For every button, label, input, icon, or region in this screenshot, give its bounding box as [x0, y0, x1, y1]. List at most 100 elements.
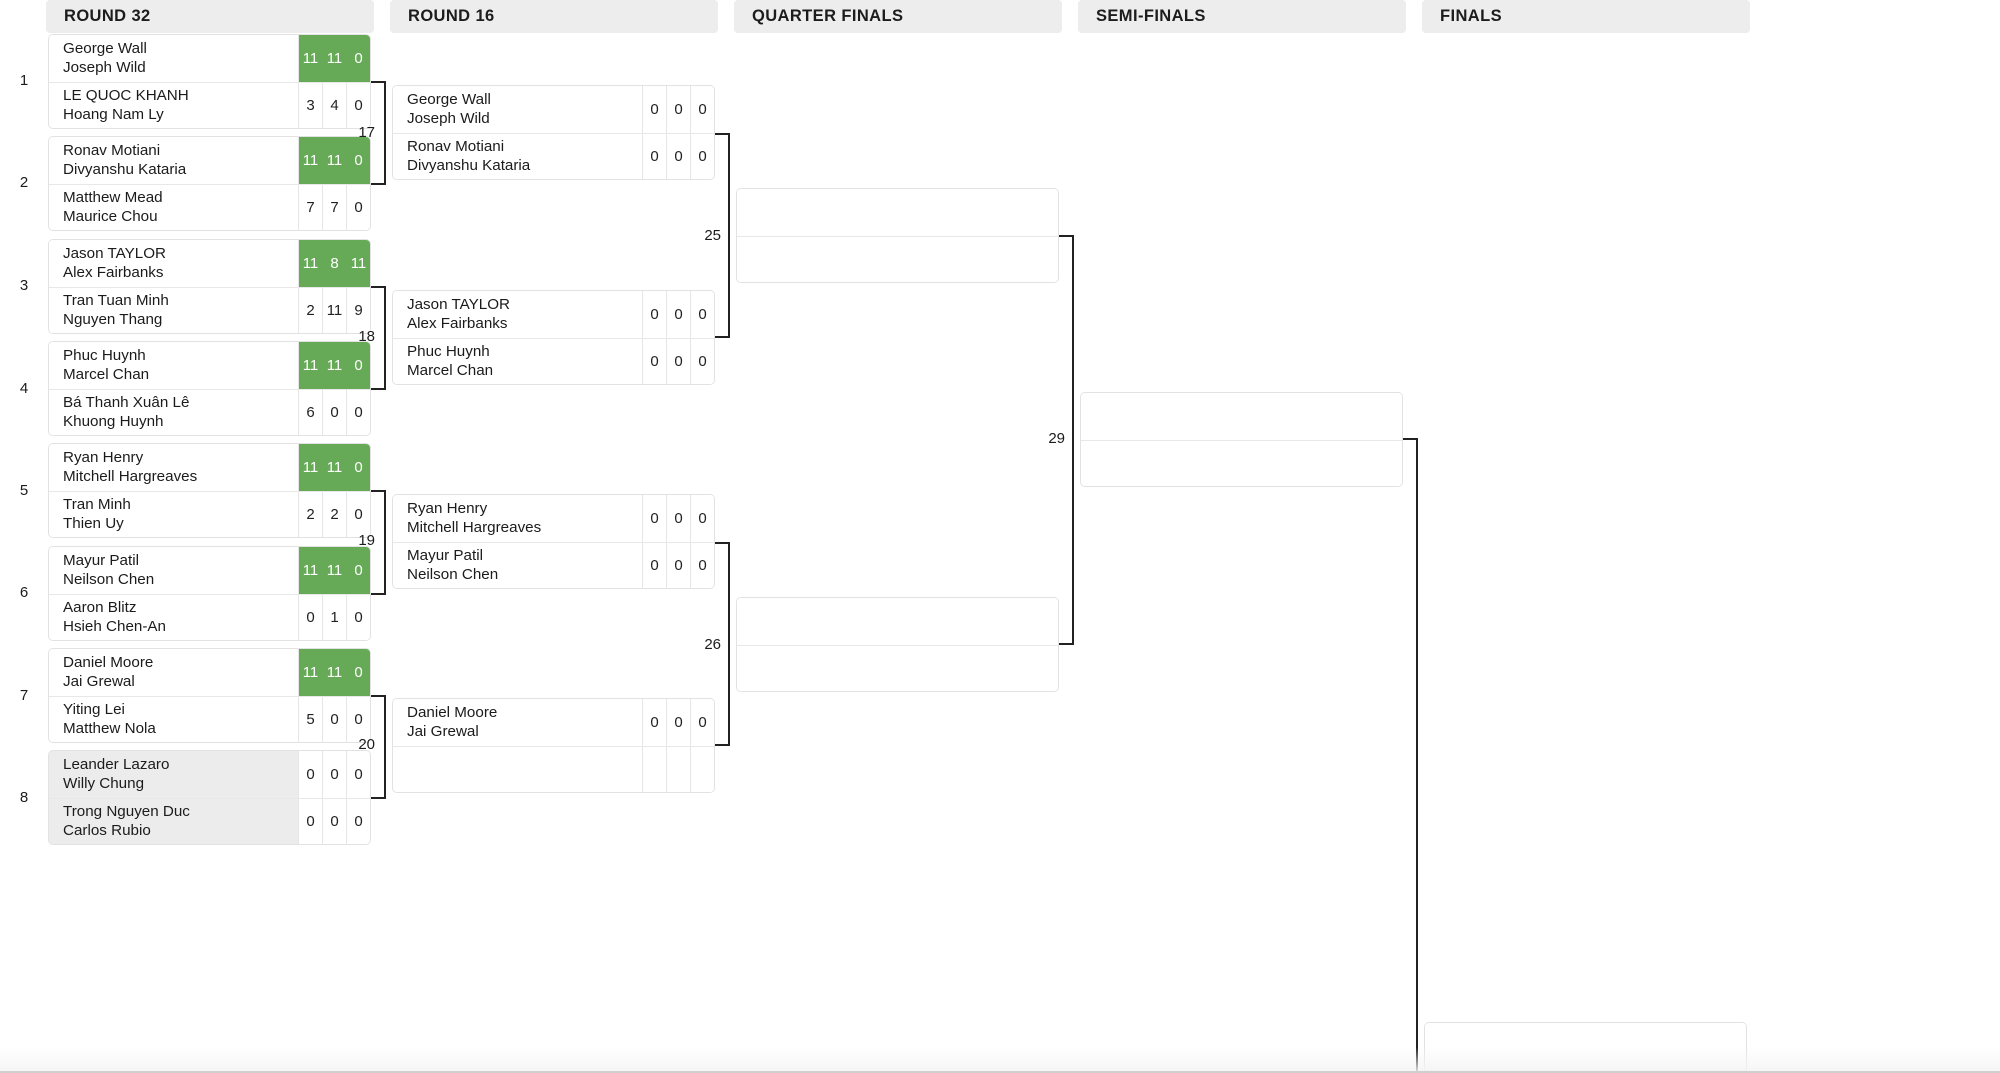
connector-label-17: 17 — [358, 124, 375, 141]
match-card-r32-2[interactable]: Ronav Motiani Divyanshu Kataria 11 11 0 … — [48, 136, 371, 231]
score-cell: 0 — [642, 133, 666, 179]
team-row[interactable] — [1081, 439, 1402, 486]
round-header-label: SEMI-FINALS — [1096, 7, 1206, 25]
score-group: 11 11 0 — [298, 649, 370, 696]
player-name: Carlos Rubio — [63, 822, 151, 840]
player-name: Aaron Blitz — [63, 599, 137, 617]
connector-qf-join-29 — [1072, 235, 1074, 645]
score-cell: 0 — [346, 798, 370, 844]
score-cell: 7 — [322, 184, 346, 230]
round-header-quarter-finals: QUARTER FINALS — [734, 0, 1062, 33]
match-card-r32-6[interactable]: Mayur Patil Neilson Chen 11 11 0 Aaron B… — [48, 546, 371, 641]
team-row[interactable]: Ryan Henry Mitchell Hargreaves 11 11 0 — [49, 444, 370, 491]
score-cell: 0 — [298, 798, 322, 844]
team-row[interactable]: Mayur Patil Neilson Chen 11 11 0 — [49, 547, 370, 594]
team-row[interactable]: Phuc Huynh Marcel Chan 11 11 0 — [49, 342, 370, 389]
score-cell: 0 — [642, 338, 666, 384]
team-names: Trong Nguyen Duc Carlos Rubio — [49, 799, 298, 845]
score-cell: 0 — [690, 699, 714, 746]
match-index-7: 7 — [19, 687, 29, 704]
connector-label-25: 25 — [704, 227, 721, 244]
match-card-r32-8[interactable]: Leander Lazaro Willy Chung 0 0 0 Trong N… — [48, 750, 371, 845]
team-row[interactable]: Tran Tuan Minh Nguyen Thang 2 11 9 — [49, 286, 370, 333]
match-card-final[interactable] — [1424, 1022, 1747, 1073]
score-cell: 0 — [346, 547, 370, 594]
connector-r32-join-18 — [384, 286, 386, 388]
team-names — [737, 598, 1058, 645]
team-row[interactable]: Ryan Henry Mitchell Hargreaves 0 0 0 — [393, 495, 714, 542]
player-name: Leander Lazaro — [63, 756, 170, 774]
match-card-r32-7[interactable]: Daniel Moore Jai Grewal 11 11 0 Yiting L… — [48, 648, 371, 743]
player-name: Phuc Huynh — [63, 347, 146, 365]
score-group: 7 7 0 — [298, 184, 370, 230]
connector-label-29: 29 — [1048, 430, 1065, 447]
player-name: Marcel Chan — [407, 362, 494, 380]
connector-label-26: 26 — [704, 636, 721, 653]
match-card-r32-5[interactable]: Ryan Henry Mitchell Hargreaves 11 11 0 T… — [48, 443, 371, 538]
score-group: 3 4 0 — [298, 82, 370, 128]
team-names — [393, 747, 642, 793]
team-row[interactable] — [737, 644, 1058, 692]
team-row[interactable] — [737, 189, 1058, 236]
round-header-round-32: ROUND 32 — [46, 0, 374, 33]
score-cell: 11 — [322, 547, 346, 594]
team-row[interactable]: Jason TAYLOR Alex Fairbanks 0 0 0 — [393, 291, 714, 338]
player-name: Jason TAYLOR — [63, 245, 166, 263]
team-row[interactable] — [737, 598, 1058, 645]
team-row[interactable]: LE QUOC KHANH Hoang Nam Ly 3 4 0 — [49, 81, 370, 128]
team-row[interactable]: George Wall Joseph Wild 0 0 0 — [393, 86, 714, 133]
player-name: Divyanshu Kataria — [407, 157, 531, 175]
team-row[interactable] — [1081, 393, 1402, 440]
team-row[interactable]: Ronav Motiani Divyanshu Kataria 0 0 0 — [393, 132, 714, 179]
team-row[interactable] — [393, 745, 714, 793]
match-card-qf-25[interactable] — [736, 188, 1059, 283]
score-cell: 0 — [322, 798, 346, 844]
team-row[interactable]: Ronav Motiani Divyanshu Kataria 11 11 0 — [49, 137, 370, 184]
team-row[interactable]: Bá Thanh Xuân Lê Khuong Huynh 6 0 0 — [49, 388, 370, 435]
player-name: Phuc Huynh — [407, 343, 490, 361]
team-names — [737, 189, 1058, 236]
score-group: 11 11 0 — [298, 342, 370, 389]
team-names — [1081, 393, 1402, 440]
player-name: Matthew Nola — [63, 720, 156, 738]
team-row[interactable]: Daniel Moore Jai Grewal 11 11 0 — [49, 649, 370, 696]
team-row[interactable]: Yiting Lei Matthew Nola 5 0 0 — [49, 695, 370, 742]
team-row[interactable] — [737, 235, 1058, 282]
score-group: 0 0 0 — [298, 798, 370, 844]
team-row[interactable]: Aaron Blitz Hsieh Chen-An 0 1 0 — [49, 593, 370, 640]
match-card-r32-1[interactable]: George Wall Joseph Wild 11 11 0 LE QUOC … — [48, 34, 371, 129]
player-name: Maurice Chou — [63, 208, 158, 226]
team-row[interactable]: Trong Nguyen Duc Carlos Rubio 0 0 0 — [49, 797, 370, 845]
team-row[interactable]: Mayur Patil Neilson Chen 0 0 0 — [393, 541, 714, 588]
team-row[interactable]: Jason TAYLOR Alex Fairbanks 11 8 11 — [49, 240, 370, 287]
score-cell: 4 — [322, 82, 346, 128]
match-card-r32-4[interactable]: Phuc Huynh Marcel Chan 11 11 0 Bá Thanh … — [48, 341, 371, 436]
match-card-r16-17[interactable]: George Wall Joseph Wild 0 0 0 Ronav Moti… — [392, 85, 715, 180]
score-cell: 11 — [298, 35, 322, 82]
team-row[interactable]: Phuc Huynh Marcel Chan 0 0 0 — [393, 337, 714, 384]
team-row[interactable] — [1425, 1023, 1746, 1070]
team-row[interactable]: Matthew Mead Maurice Chou 7 7 0 — [49, 183, 370, 230]
score-group: 2 2 0 — [298, 491, 370, 537]
team-row[interactable]: Daniel Moore Jai Grewal 0 0 0 — [393, 699, 714, 746]
player-name: Marcel Chan — [63, 366, 150, 384]
team-row[interactable]: Leander Lazaro Willy Chung 0 0 0 — [49, 751, 370, 798]
score-cell: 8 — [322, 240, 346, 287]
score-group: 0 0 0 — [642, 133, 714, 179]
match-card-r32-3[interactable]: Jason TAYLOR Alex Fairbanks 11 8 11 Tran… — [48, 239, 371, 334]
team-row[interactable]: George Wall Joseph Wild 11 11 0 — [49, 35, 370, 82]
team-names: Ryan Henry Mitchell Hargreaves — [49, 444, 298, 491]
score-cell: 0 — [642, 495, 666, 542]
team-names — [737, 646, 1058, 692]
score-cell — [690, 746, 714, 792]
score-cell: 0 — [642, 542, 666, 588]
connector-r16-join-25 — [728, 133, 730, 338]
player-name: Joseph Wild — [63, 59, 146, 77]
match-card-qf-26[interactable] — [736, 597, 1059, 692]
match-card-r16-19[interactable]: Ryan Henry Mitchell Hargreaves 0 0 0 May… — [392, 494, 715, 589]
match-card-r16-18[interactable]: Jason TAYLOR Alex Fairbanks 0 0 0 Phuc H… — [392, 290, 715, 385]
player-name: Jai Grewal — [63, 673, 135, 691]
team-row[interactable]: Tran Minh Thien Uy 2 2 0 — [49, 490, 370, 537]
match-card-r16-20[interactable]: Daniel Moore Jai Grewal 0 0 0 — [392, 698, 715, 793]
match-card-sf-29[interactable] — [1080, 392, 1403, 487]
